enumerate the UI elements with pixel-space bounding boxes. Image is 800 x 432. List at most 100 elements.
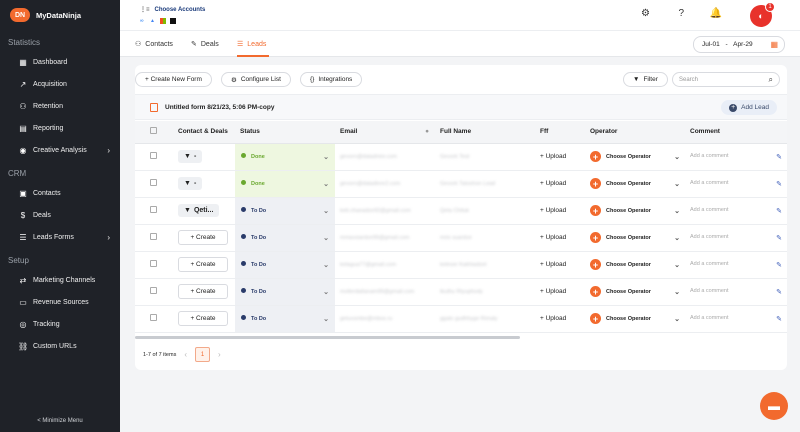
contact-filter-button[interactable]: ▼ - — [178, 177, 203, 190]
operator-cell[interactable]: + Choose Operator ⌄ — [585, 251, 685, 279]
contact-filter-button[interactable]: ▼ Qeti... — [178, 204, 220, 217]
comment-input[interactable]: Add a comment — [690, 234, 729, 240]
row-checkbox[interactable] — [150, 314, 157, 321]
column-header-full-name[interactable]: Full Name — [435, 121, 535, 144]
column-header-comment[interactable]: Comment — [685, 121, 787, 144]
comment-input[interactable]: Add a comment — [690, 153, 729, 159]
full-name-cell[interactable]: tkuthu Rtyuphody — [435, 278, 535, 306]
full-name-cell[interactable]: mrio suardze — [435, 224, 535, 252]
status-dropdown[interactable]: Done ⌄ — [235, 170, 335, 196]
status-dropdown[interactable]: To Do ⌄ — [235, 278, 335, 304]
app-logo[interactable]: DN MyDataNinja — [0, 0, 120, 30]
email-cell[interactable]: getuvsmbe@mbox.ru — [335, 305, 435, 333]
sidebar-item-retention[interactable]: ⚇ Retention — [0, 95, 120, 117]
email-cell[interactable]: gevorn@datadninr.com — [335, 143, 435, 171]
tab-leads[interactable]: ☰ Leads — [237, 40, 266, 49]
comment-cell[interactable]: Add a comment ✎ — [685, 278, 787, 306]
horizontal-scrollbar[interactable] — [135, 336, 520, 339]
email-cell[interactable]: mollerdatlanam99@gmail.com — [335, 278, 435, 306]
comment-cell[interactable]: Add a comment ✎ — [685, 143, 787, 171]
sidebar-item-creative-analysis[interactable]: ◉ Creative Analysis › — [0, 139, 120, 161]
status-dropdown[interactable]: To Do ⌄ — [235, 224, 335, 250]
status-cell[interactable]: Done ⌄ — [235, 143, 335, 171]
create-contact-button[interactable]: + Create — [178, 257, 228, 272]
email-cell[interactable]: mmavsiardze99@gmail.com — [335, 224, 435, 252]
edit-pencil-icon[interactable]: ✎ — [776, 288, 782, 296]
status-cell[interactable]: To Do ⌄ — [235, 305, 335, 333]
email-cell[interactable]: keti.chaeadze92@gmail.com — [335, 197, 435, 225]
status-dropdown[interactable]: To Do ⌄ — [235, 197, 335, 223]
create-contact-button[interactable]: + Create — [178, 230, 228, 245]
upload-button[interactable]: + Upload — [540, 234, 566, 241]
sidebar-item-acquisition[interactable]: ↗ Acquisition — [0, 73, 120, 95]
sidebar-item-tracking[interactable]: ◎ Tracking — [0, 313, 120, 335]
comment-input[interactable]: Add a comment — [690, 315, 729, 321]
sidebar-item-dashboard[interactable]: ▦ Dashboard — [0, 51, 120, 73]
operator-dropdown[interactable]: + Choose Operator ⌄ — [590, 259, 680, 270]
upload-button[interactable]: + Upload — [540, 261, 566, 268]
row-checkbox[interactable] — [150, 260, 157, 267]
configure-list-button[interactable]: ⚙ Configure List — [221, 72, 291, 87]
comment-cell[interactable]: Add a comment ✎ — [685, 251, 787, 279]
filter-button[interactable]: ▼ Filter — [623, 72, 668, 87]
create-contact-button[interactable]: + Create — [178, 311, 228, 326]
full-name-cell[interactable]: Gevork Test — [435, 143, 535, 171]
status-cell[interactable]: Done ⌄ — [235, 170, 335, 198]
status-dropdown[interactable]: To Do ⌄ — [235, 251, 335, 277]
column-header-contact[interactable]: Contact & Deals — [173, 121, 235, 144]
sidebar-item-deals[interactable]: $ Deals — [0, 204, 120, 226]
status-dropdown[interactable]: To Do ⌄ — [235, 305, 335, 331]
upload-button[interactable]: + Upload — [540, 288, 566, 295]
comment-input[interactable]: Add a comment — [690, 180, 729, 186]
operator-dropdown[interactable]: + Choose Operator ⌄ — [590, 178, 680, 189]
upload-button[interactable]: + Upload — [540, 153, 566, 160]
create-new-form-button[interactable]: + Create New Form — [135, 72, 212, 87]
column-header-status[interactable]: Status — [235, 121, 335, 144]
account-selector[interactable]: ⋮≡ Choose Accounts ∞ ▲ — [140, 6, 205, 24]
add-lead-button[interactable]: + Add Lead — [721, 100, 777, 115]
help-icon[interactable]: ? — [678, 8, 684, 19]
edit-pencil-icon[interactable]: ✎ — [776, 234, 782, 242]
integrations-button[interactable]: {} Integrations — [300, 72, 363, 87]
sidebar-item-marketing-channels[interactable]: ⇄ Marketing Channels — [0, 269, 120, 291]
comment-input[interactable]: Add a comment — [690, 207, 729, 213]
operator-cell[interactable]: + Choose Operator ⌄ — [585, 224, 685, 252]
select-all-checkbox[interactable] — [150, 127, 157, 135]
upload-button[interactable]: + Upload — [540, 315, 566, 322]
comment-input[interactable]: Add a comment — [690, 288, 729, 294]
status-cell[interactable]: To Do ⌄ — [235, 224, 335, 252]
full-name-cell[interactable]: Qeta Chituk — [435, 197, 535, 225]
email-cell[interactable]: gevorn@datadinnr2.com — [335, 170, 435, 198]
contact-filter-button[interactable]: ▼ - — [178, 150, 203, 163]
column-header-fff[interactable]: Fff — [535, 121, 585, 144]
edit-pencil-icon[interactable]: ✎ — [776, 153, 782, 161]
date-range-picker[interactable]: Jul-01 - Apr-29 ▦ — [693, 36, 785, 53]
status-cell[interactable]: To Do ⌄ — [235, 197, 335, 225]
operator-cell[interactable]: + Choose Operator ⌄ — [585, 170, 685, 198]
status-cell[interactable]: To Do ⌄ — [235, 278, 335, 306]
notifications-bell-icon[interactable]: 🔔 — [710, 8, 722, 19]
email-cell[interactable]: kelagua77@gmail.com — [335, 251, 435, 279]
operator-dropdown[interactable]: + Choose Operator ⌄ — [590, 286, 680, 297]
operator-cell[interactable]: + Choose Operator ⌄ — [585, 305, 685, 333]
operator-dropdown[interactable]: + Choose Operator ⌄ — [590, 313, 680, 324]
edit-pencil-icon[interactable]: ✎ — [776, 180, 782, 188]
next-page-icon[interactable]: › — [218, 350, 221, 359]
operator-cell[interactable]: + Choose Operator ⌄ — [585, 278, 685, 306]
row-checkbox[interactable] — [150, 206, 157, 213]
edit-pencil-icon[interactable]: ✎ — [776, 207, 782, 215]
upload-button[interactable]: + Upload — [540, 180, 566, 187]
sidebar-item-leads-forms[interactable]: ☰ Leads Forms › — [0, 226, 120, 248]
search-input[interactable]: Search ⌕ — [672, 72, 780, 87]
full-name-cell[interactable]: keleser Kakhiadzet — [435, 251, 535, 279]
operator-cell[interactable]: + Choose Operator ⌄ — [585, 197, 685, 225]
row-checkbox[interactable] — [150, 287, 157, 294]
edit-pencil-icon[interactable]: ✎ — [776, 315, 782, 323]
full-name-cell[interactable]: Gevork Tatoshon Lead — [435, 170, 535, 198]
operator-dropdown[interactable]: + Choose Operator ⌄ — [590, 151, 680, 162]
edit-pencil-icon[interactable]: ✎ — [776, 261, 782, 269]
settings-gear-icon[interactable]: ⚙ — [641, 8, 650, 19]
comment-cell[interactable]: Add a comment ✎ — [685, 224, 787, 252]
operator-cell[interactable]: + Choose Operator ⌄ — [585, 143, 685, 171]
comment-cell[interactable]: Add a comment ✎ — [685, 305, 787, 333]
